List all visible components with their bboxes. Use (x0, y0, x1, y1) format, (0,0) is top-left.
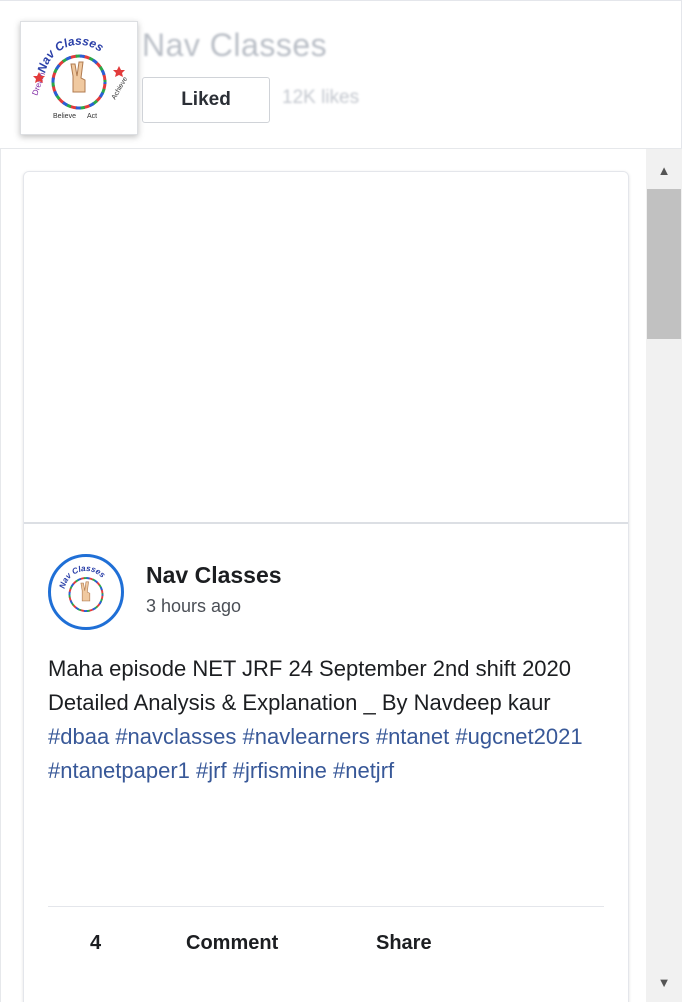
svg-text:Act: Act (87, 113, 97, 120)
post-hashtags: #dbaa #navclasses #navlearners #ntanet #… (48, 720, 608, 788)
page-logo[interactable]: Nav Classes Dream Believe Act Achieve (20, 21, 138, 135)
nav-classes-logo-icon: Nav Classes (58, 564, 107, 612)
svg-text:Nav Classes: Nav Classes (35, 34, 107, 74)
video-edge (628, 176, 629, 526)
hashtag-link[interactable]: #netjrf (333, 758, 394, 783)
page-header: Nav Classes Dream Believe Act Achieve Na… (0, 0, 682, 148)
hashtag-link[interactable]: #navclasses (115, 724, 236, 749)
feed-scrollbar[interactable]: ▲ ▼ (646, 149, 682, 1002)
svg-text:Achieve: Achieve (111, 76, 130, 101)
post-message: Maha episode NET JRF 24 September 2nd sh… (48, 652, 608, 788)
post-video[interactable] (24, 172, 629, 526)
like-count-button[interactable]: 4 (90, 932, 101, 955)
hashtag-link[interactable]: #ntanetpaper1 (48, 758, 190, 783)
liked-button[interactable]: Liked (142, 77, 270, 123)
author-avatar[interactable]: Nav Classes (48, 554, 124, 630)
post-actions: 4 Comment Share (24, 932, 628, 972)
scroll-down-arrow-icon[interactable]: ▼ (646, 967, 682, 997)
post-card: Nav Classes Nav Classes 3 hours ago Maha… (23, 171, 629, 1002)
scroll-up-arrow-icon[interactable]: ▲ (646, 155, 682, 185)
hashtag-link[interactable]: #navlearners (243, 724, 370, 749)
post-author-name[interactable]: Nav Classes (146, 562, 282, 589)
hashtag-link[interactable]: #dbaa (48, 724, 109, 749)
hashtag-link[interactable]: #jrfismine (233, 758, 327, 783)
post-feed: Nav Classes Nav Classes 3 hours ago Maha… (0, 148, 682, 1002)
nav-classes-logo-icon: Nav Classes Dream Believe Act Achieve (30, 34, 130, 120)
hashtag-link[interactable]: #ugcnet2021 (455, 724, 582, 749)
comment-button[interactable]: Comment (186, 932, 278, 955)
page-name[interactable]: Nav Classes (142, 27, 327, 64)
hashtag-link[interactable]: #jrf (196, 758, 227, 783)
scrollbar-thumb[interactable] (647, 189, 681, 339)
actions-divider (48, 906, 604, 907)
post-body-text: Maha episode NET JRF 24 September 2nd sh… (48, 656, 572, 715)
likes-count: 12K likes (282, 87, 360, 108)
svg-text:Believe: Believe (53, 113, 76, 120)
hashtag-link[interactable]: #ntanet (376, 724, 449, 749)
post-timestamp[interactable]: 3 hours ago (146, 596, 241, 617)
share-button[interactable]: Share (376, 932, 432, 955)
